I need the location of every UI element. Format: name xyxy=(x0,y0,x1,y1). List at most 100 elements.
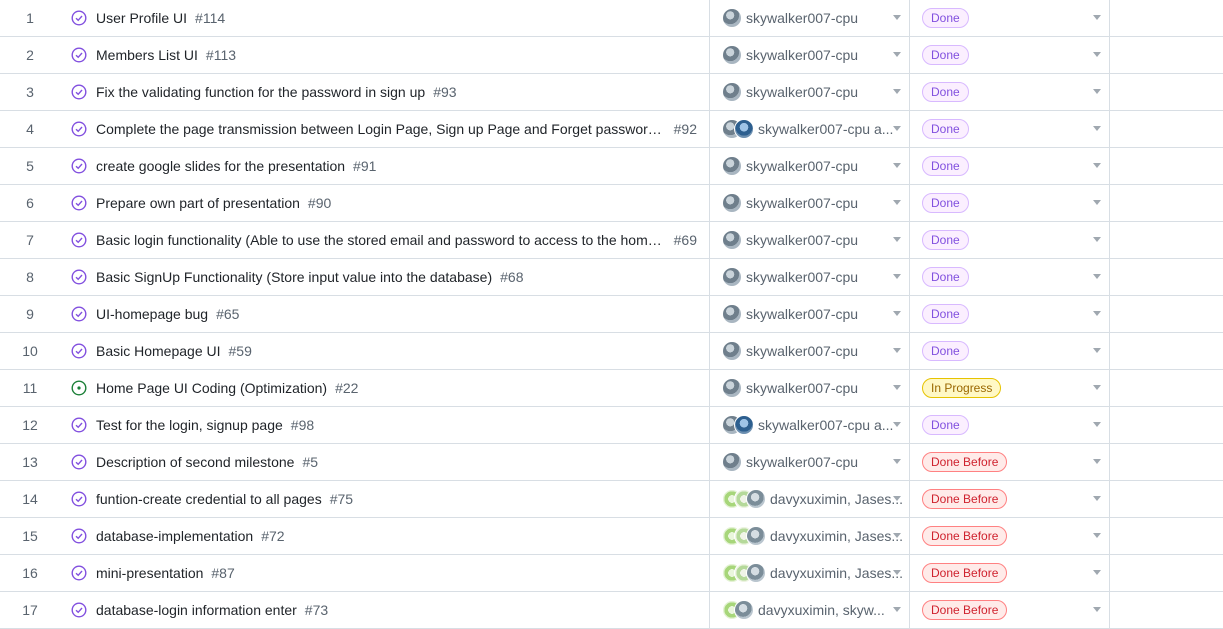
assignees-cell[interactable]: skywalker007-cpu xyxy=(710,148,910,184)
empty-cell[interactable] xyxy=(1110,407,1223,443)
status-cell[interactable]: Done xyxy=(910,148,1110,184)
issue-number[interactable]: #59 xyxy=(229,343,252,359)
issue-number[interactable]: #72 xyxy=(261,528,284,544)
issue-title-link[interactable]: Test for the login, signup page xyxy=(96,417,283,433)
title-cell[interactable]: Prepare own part of presentation #90 xyxy=(60,185,710,221)
issue-title-link[interactable]: Basic SignUp Functionality (Store input … xyxy=(96,269,492,285)
status-cell[interactable]: Done Before xyxy=(910,555,1110,591)
chevron-down-icon[interactable] xyxy=(1093,15,1101,20)
chevron-down-icon[interactable] xyxy=(1093,496,1101,501)
chevron-down-icon[interactable] xyxy=(893,570,901,575)
chevron-down-icon[interactable] xyxy=(1093,89,1101,94)
assignees-cell[interactable]: skywalker007-cpu xyxy=(710,185,910,221)
assignees-cell[interactable]: skywalker007-cpu xyxy=(710,259,910,295)
empty-cell[interactable] xyxy=(1110,333,1223,369)
issue-title-link[interactable]: database-login information enter xyxy=(96,602,297,618)
assignees-cell[interactable]: skywalker007-cpu xyxy=(710,333,910,369)
title-cell[interactable]: User Profile UI #114 xyxy=(60,0,710,36)
title-cell[interactable]: Basic Homepage UI #59 xyxy=(60,333,710,369)
empty-cell[interactable] xyxy=(1110,370,1223,406)
chevron-down-icon[interactable] xyxy=(1093,126,1101,131)
title-cell[interactable]: Basic SignUp Functionality (Store input … xyxy=(60,259,710,295)
issue-title-link[interactable]: Complete the page transmission between L… xyxy=(96,121,664,137)
title-cell[interactable]: funtion-create credential to all pages #… xyxy=(60,481,710,517)
table-row[interactable]: 10 Basic Homepage UI #59 skywalker007-cp… xyxy=(0,333,1223,370)
issue-number[interactable]: #91 xyxy=(353,158,376,174)
issue-title-link[interactable]: database-implementation xyxy=(96,528,253,544)
chevron-down-icon[interactable] xyxy=(893,52,901,57)
assignees-cell[interactable]: skywalker007-cpu a... xyxy=(710,407,910,443)
issue-number[interactable]: #65 xyxy=(216,306,239,322)
table-row[interactable]: 14 funtion-create credential to all page… xyxy=(0,481,1223,518)
title-cell[interactable]: Fix the validating function for the pass… xyxy=(60,74,710,110)
assignees-cell[interactable]: davyxuximin, Jases... xyxy=(710,555,910,591)
issue-title-link[interactable]: Home Page UI Coding (Optimization) xyxy=(96,380,327,396)
assignees-cell[interactable]: skywalker007-cpu xyxy=(710,296,910,332)
chevron-down-icon[interactable] xyxy=(893,274,901,279)
issue-title-link[interactable]: User Profile UI xyxy=(96,10,187,26)
chevron-down-icon[interactable] xyxy=(1093,570,1101,575)
issue-title-link[interactable]: funtion-create credential to all pages xyxy=(96,491,322,507)
table-row[interactable]: 6 Prepare own part of presentation #90 s… xyxy=(0,185,1223,222)
status-cell[interactable]: Done xyxy=(910,37,1110,73)
table-row[interactable]: 1 User Profile UI #114 skywalker007-cpu … xyxy=(0,0,1223,37)
status-cell[interactable]: Done xyxy=(910,74,1110,110)
table-row[interactable]: 5 create google slides for the presentat… xyxy=(0,148,1223,185)
issue-title-link[interactable]: Basic login functionality (Able to use t… xyxy=(96,232,664,248)
empty-cell[interactable] xyxy=(1110,259,1223,295)
empty-cell[interactable] xyxy=(1110,444,1223,480)
chevron-down-icon[interactable] xyxy=(1093,237,1101,242)
issue-number[interactable]: #22 xyxy=(335,380,358,396)
assignees-cell[interactable]: skywalker007-cpu xyxy=(710,370,910,406)
table-row[interactable]: 11 Home Page UI Coding (Optimization) #2… xyxy=(0,370,1223,407)
assignees-cell[interactable]: davyxuximin, Jases... xyxy=(710,518,910,554)
empty-cell[interactable] xyxy=(1110,481,1223,517)
chevron-down-icon[interactable] xyxy=(1093,385,1101,390)
status-cell[interactable]: Done xyxy=(910,111,1110,147)
issue-title-link[interactable]: create google slides for the presentatio… xyxy=(96,158,345,174)
status-cell[interactable]: Done Before xyxy=(910,444,1110,480)
table-row[interactable]: 12 Test for the login, signup page #98 s… xyxy=(0,407,1223,444)
chevron-down-icon[interactable] xyxy=(1093,311,1101,316)
title-cell[interactable]: Members List UI #113 xyxy=(60,37,710,73)
issue-title-link[interactable]: Fix the validating function for the pass… xyxy=(96,84,425,100)
status-cell[interactable]: Done xyxy=(910,0,1110,36)
issue-number[interactable]: #90 xyxy=(308,195,331,211)
issue-number[interactable]: #68 xyxy=(500,269,523,285)
chevron-down-icon[interactable] xyxy=(893,237,901,242)
status-cell[interactable]: Done Before xyxy=(910,518,1110,554)
assignees-cell[interactable]: skywalker007-cpu xyxy=(710,37,910,73)
chevron-down-icon[interactable] xyxy=(1093,533,1101,538)
issue-title-link[interactable]: Description of second milestone xyxy=(96,454,294,470)
title-cell[interactable]: Basic login functionality (Able to use t… xyxy=(60,222,710,258)
chevron-down-icon[interactable] xyxy=(893,459,901,464)
issue-number[interactable]: #98 xyxy=(291,417,314,433)
chevron-down-icon[interactable] xyxy=(1093,348,1101,353)
assignees-cell[interactable]: skywalker007-cpu a... xyxy=(710,111,910,147)
chevron-down-icon[interactable] xyxy=(893,422,901,427)
chevron-down-icon[interactable] xyxy=(1093,163,1101,168)
chevron-down-icon[interactable] xyxy=(1093,274,1101,279)
status-cell[interactable]: Done xyxy=(910,407,1110,443)
chevron-down-icon[interactable] xyxy=(893,533,901,538)
table-row[interactable]: 16 mini-presentation #87 davyxuximin, Ja… xyxy=(0,555,1223,592)
title-cell[interactable]: database-implementation #72 xyxy=(60,518,710,554)
title-cell[interactable]: mini-presentation #87 xyxy=(60,555,710,591)
empty-cell[interactable] xyxy=(1110,222,1223,258)
title-cell[interactable]: database-login information enter #73 xyxy=(60,592,710,628)
status-cell[interactable]: Done xyxy=(910,259,1110,295)
table-row[interactable]: 9 UI-homepage bug #65 skywalker007-cpu D… xyxy=(0,296,1223,333)
table-row[interactable]: 17 database-login information enter #73 … xyxy=(0,592,1223,629)
empty-cell[interactable] xyxy=(1110,74,1223,110)
chevron-down-icon[interactable] xyxy=(893,607,901,612)
chevron-down-icon[interactable] xyxy=(893,385,901,390)
empty-cell[interactable] xyxy=(1110,37,1223,73)
issue-number[interactable]: #114 xyxy=(195,10,225,26)
chevron-down-icon[interactable] xyxy=(1093,200,1101,205)
empty-cell[interactable] xyxy=(1110,296,1223,332)
chevron-down-icon[interactable] xyxy=(893,200,901,205)
chevron-down-icon[interactable] xyxy=(1093,52,1101,57)
empty-cell[interactable] xyxy=(1110,148,1223,184)
issue-number[interactable]: #93 xyxy=(433,84,456,100)
table-row[interactable]: 2 Members List UI #113 skywalker007-cpu … xyxy=(0,37,1223,74)
